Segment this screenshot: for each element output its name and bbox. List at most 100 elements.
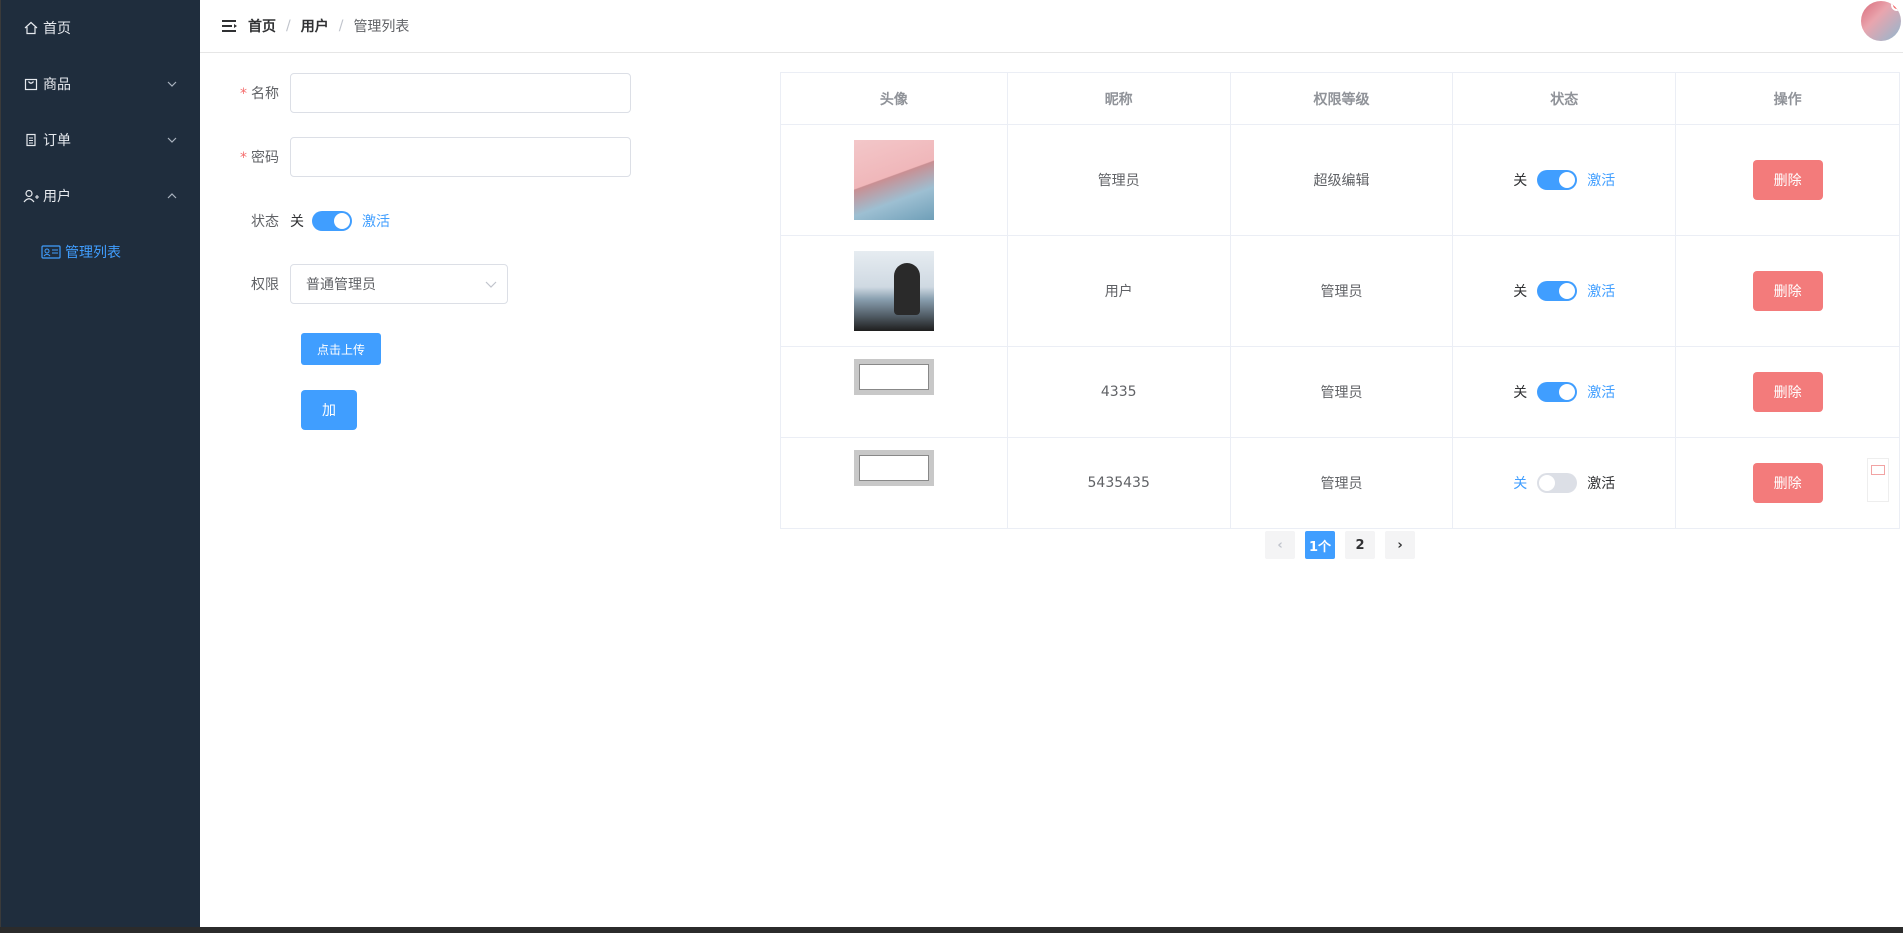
pagination: ‹ 1个 2 › xyxy=(1265,531,1425,559)
avatar[interactable] xyxy=(1861,1,1901,41)
status-switch[interactable] xyxy=(312,211,352,231)
avatar-silhouette xyxy=(893,263,920,315)
nickname-cell: 5435435 xyxy=(1007,438,1231,529)
document-thumbnail xyxy=(858,455,929,481)
breadcrumb-current: 管理列表 xyxy=(353,19,410,35)
delete-button[interactable]: 删除 xyxy=(1752,160,1823,200)
switch-knob xyxy=(1559,283,1576,299)
switch-on-label[interactable]: 激活 xyxy=(1587,382,1615,402)
document-icon xyxy=(23,132,39,148)
status-switch[interactable] xyxy=(1537,281,1578,301)
chevron-up-icon xyxy=(166,190,178,202)
avatar-cell xyxy=(781,236,1008,347)
switch-off-label[interactable]: 关 xyxy=(290,211,304,231)
password-label: * 密码 xyxy=(240,150,279,166)
avatar-cell xyxy=(781,125,1008,236)
sidebar-item-orders[interactable]: 订单 xyxy=(1,112,200,168)
breadcrumb-separator: / xyxy=(338,18,344,34)
sidebar-item-label: 用户 xyxy=(43,189,71,205)
status-cell: 关 激活 xyxy=(1453,236,1677,347)
bag-icon xyxy=(23,76,39,92)
breadcrumb-users[interactable]: 用户 xyxy=(301,16,329,36)
level-cell: 管理员 xyxy=(1230,236,1454,347)
status-switch[interactable] xyxy=(1537,170,1578,190)
add-button[interactable]: 加 xyxy=(301,390,357,430)
switch-off-label[interactable]: 关 xyxy=(1513,473,1527,493)
permission-select[interactable]: 普通管理员 xyxy=(290,264,508,304)
action-cell: 删除 xyxy=(1676,125,1900,236)
switch-knob xyxy=(1559,384,1576,400)
column-header: 操作 xyxy=(1676,73,1900,125)
status-label: 状态 xyxy=(251,214,279,230)
action-cell: 删除 xyxy=(1676,438,1900,529)
avatar-image xyxy=(853,450,934,486)
status-cell: 关 激活 xyxy=(1453,347,1677,438)
status-switch[interactable] xyxy=(1537,382,1578,402)
chevron-down-icon xyxy=(166,78,178,90)
sidebar-item-label: 商品 xyxy=(43,77,71,93)
table-row: 4335 管理员 关 激活 删除 xyxy=(781,347,1900,438)
sidebar-item-users[interactable]: 用户 xyxy=(1,168,200,224)
required-mark: * xyxy=(240,86,247,102)
sidebar: 首页 商品 订单 用户 管理列表 xyxy=(0,0,200,927)
column-header: 权限等级 xyxy=(1230,73,1454,125)
switch-off-label[interactable]: 关 xyxy=(1513,170,1527,190)
switch-knob xyxy=(1539,475,1556,491)
table-header-row: 头像 昵称 权限等级 状态 操作 xyxy=(781,73,1900,125)
status-switch-group: 关 激活 xyxy=(1513,382,1615,402)
delete-button[interactable]: 删除 xyxy=(1752,463,1823,503)
sidebar-submenu-label: 管理列表 xyxy=(65,245,121,261)
file-thumbnail-icon xyxy=(1866,458,1889,502)
breadcrumb-home[interactable]: 首页 xyxy=(248,16,276,36)
nickname-cell: 4335 xyxy=(1007,347,1231,438)
action-cell: 删除 xyxy=(1676,236,1900,347)
avatar-image xyxy=(853,251,934,331)
avatar-cell xyxy=(781,347,1008,438)
name-input[interactable] xyxy=(290,73,631,113)
sidebar-item-goods[interactable]: 商品 xyxy=(1,56,200,112)
switch-off-label[interactable]: 关 xyxy=(1513,281,1527,301)
table-row: 管理员 超级编辑 关 激活 删除 xyxy=(781,125,1900,236)
status-switch-group: 关 激活 xyxy=(1513,170,1615,190)
page-button[interactable]: 2 xyxy=(1345,531,1375,559)
breadcrumb: 首页 / 用户 / 管理列表 xyxy=(248,16,409,36)
status-switch[interactable] xyxy=(1537,473,1578,493)
switch-on-label[interactable]: 激活 xyxy=(1587,281,1615,301)
permission-label: 权限 xyxy=(251,277,279,293)
stamp-mark xyxy=(1870,465,1885,475)
delete-button[interactable]: 删除 xyxy=(1752,271,1823,311)
level-cell: 管理员 xyxy=(1230,438,1454,529)
sidebar-item-manage-list[interactable]: 管理列表 xyxy=(1,224,200,280)
menu-fold-icon[interactable] xyxy=(222,19,240,33)
avatar-image xyxy=(853,140,934,220)
top-header: 首页 / 用户 / 管理列表 xyxy=(200,0,1903,53)
level-cell: 超级编辑 xyxy=(1230,125,1454,236)
window-bottom-edge xyxy=(0,927,1903,933)
page-button[interactable]: 1个 xyxy=(1305,531,1335,559)
upload-button[interactable]: 点击上传 xyxy=(301,333,381,365)
notification-badge xyxy=(1891,1,1901,11)
user-table: 头像 昵称 权限等级 状态 操作 管理员 超级编辑 关 激活 删除 用户 管理员… xyxy=(780,72,1900,529)
status-switch-group: 关 激活 xyxy=(1513,473,1615,493)
switch-on-label[interactable]: 激活 xyxy=(1587,473,1615,493)
password-input[interactable] xyxy=(290,137,631,177)
next-page-button[interactable]: › xyxy=(1385,531,1415,559)
avatar-cell xyxy=(781,438,1008,529)
switch-off-label[interactable]: 关 xyxy=(1513,382,1527,402)
level-cell: 管理员 xyxy=(1230,347,1454,438)
switch-knob xyxy=(1559,172,1576,188)
sidebar-item-home[interactable]: 首页 xyxy=(1,0,200,56)
status-cell: 关 激活 xyxy=(1453,438,1677,529)
switch-on-label[interactable]: 激活 xyxy=(1587,170,1615,190)
breadcrumb-separator: / xyxy=(286,18,291,34)
switch-on-label[interactable]: 激活 xyxy=(362,211,390,231)
delete-button[interactable]: 删除 xyxy=(1752,372,1823,412)
home-icon xyxy=(23,20,39,36)
id-card-icon xyxy=(41,244,61,260)
nickname-cell: 管理员 xyxy=(1007,125,1231,236)
avatar-image xyxy=(853,359,934,395)
table-row: 5435435 管理员 关 激活 删除 xyxy=(781,438,1900,529)
document-thumbnail xyxy=(858,364,929,390)
prev-page-button[interactable]: ‹ xyxy=(1265,531,1295,559)
switch-knob xyxy=(334,213,350,229)
